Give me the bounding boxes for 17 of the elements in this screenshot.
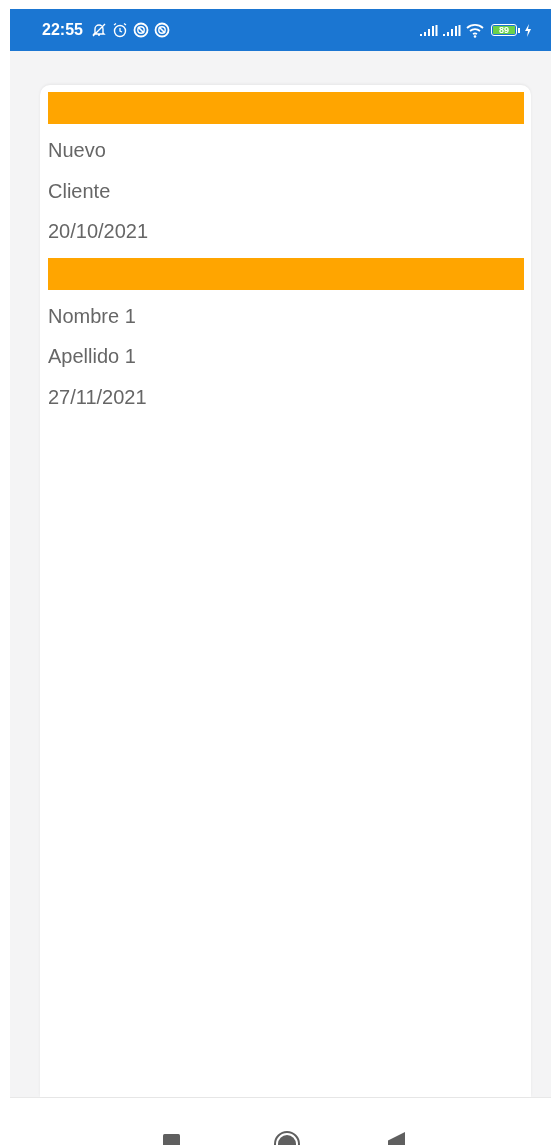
- surname-text: Apellido 1: [48, 344, 136, 369]
- circle-slash-icon: [153, 22, 170, 38]
- wifi-icon: [466, 22, 486, 38]
- alarm-icon: [111, 22, 128, 38]
- circle-slash-icon: [132, 22, 149, 38]
- name-text: Nombre 1: [48, 303, 136, 328]
- muted-bell-icon: [90, 22, 107, 38]
- name-text: Nuevo: [48, 138, 106, 162]
- date-text: 27/11/2021: [48, 384, 147, 409]
- back-triangle-icon[interactable]: [388, 1132, 405, 1145]
- date-text: 20/10/2021: [48, 219, 149, 244]
- clock-time: 22:55: [42, 21, 83, 39]
- surname-text: Cliente: [48, 178, 111, 203]
- signal-icon: [443, 23, 461, 37]
- signal-icon: [420, 23, 438, 37]
- battery-icon: 89: [491, 24, 520, 36]
- charging-icon: [524, 23, 532, 37]
